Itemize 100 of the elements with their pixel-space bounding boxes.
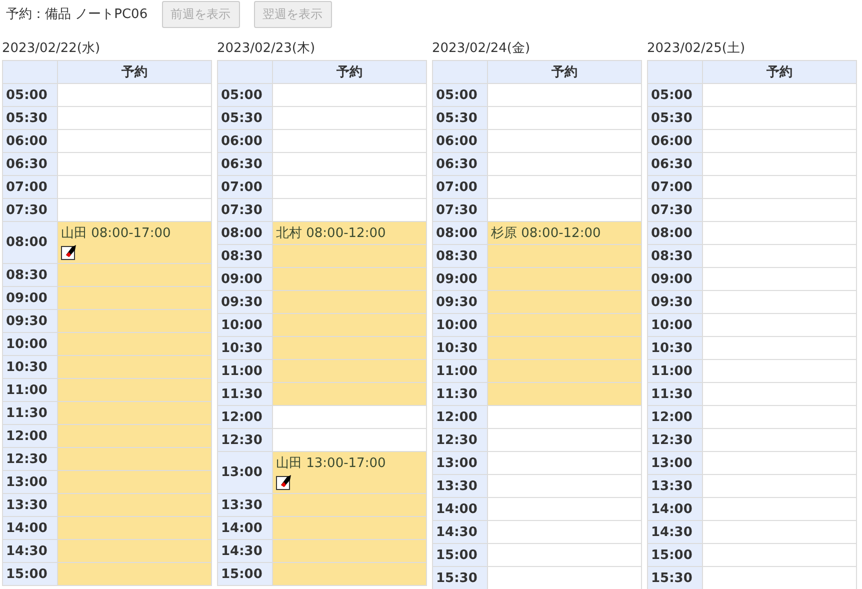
booking-slot[interactable] <box>58 470 212 494</box>
time-cell: 06:30 <box>432 152 488 176</box>
booking-slot[interactable] <box>702 474 856 498</box>
booking-slot[interactable] <box>702 566 856 589</box>
booking-slot[interactable] <box>488 474 642 498</box>
booking-slot[interactable] <box>58 332 212 356</box>
booking-slot[interactable]: 北村 08:00-12:00 <box>272 222 426 244</box>
booking-slot[interactable] <box>58 198 212 222</box>
booking-slot[interactable] <box>702 84 856 106</box>
booking-slot[interactable] <box>488 498 642 520</box>
booking-slot[interactable] <box>702 360 856 382</box>
time-cell: 07:00 <box>648 176 702 198</box>
booking-slot[interactable] <box>58 152 212 176</box>
time-cell: 14:00 <box>648 498 702 520</box>
header-cell: 予約 <box>58 60 212 84</box>
time-cell: 13:00 <box>218 452 272 494</box>
booking-slot[interactable] <box>702 520 856 544</box>
booking-slot[interactable] <box>488 130 642 152</box>
booking-slot[interactable] <box>272 360 426 382</box>
booking-slot[interactable] <box>58 424 212 448</box>
time-cell: 08:30 <box>648 244 702 268</box>
booking-slot[interactable] <box>488 314 642 336</box>
time-cell: 10:30 <box>432 336 488 360</box>
time-cell: 09:30 <box>2 310 58 332</box>
booking-slot[interactable] <box>702 428 856 452</box>
time-cell: 08:30 <box>2 264 58 286</box>
booking-slot[interactable] <box>702 382 856 406</box>
booking-slot[interactable] <box>702 498 856 520</box>
booking-slot[interactable] <box>702 244 856 268</box>
booking-slot[interactable] <box>58 378 212 402</box>
time-cell: 10:30 <box>648 336 702 360</box>
booking-slot[interactable] <box>702 198 856 222</box>
booking-slot[interactable] <box>272 152 426 176</box>
booking-slot[interactable] <box>488 406 642 428</box>
booking-slot[interactable] <box>702 336 856 360</box>
booking-slot[interactable] <box>58 402 212 424</box>
booking-slot[interactable] <box>702 314 856 336</box>
booking-slot[interactable]: 山田 08:00-17:00 <box>58 222 212 264</box>
booking-slot[interactable] <box>58 84 212 106</box>
booking-slot[interactable] <box>272 268 426 290</box>
booking-slot[interactable] <box>272 516 426 540</box>
booking-slot[interactable] <box>58 516 212 540</box>
booking-slot[interactable] <box>272 382 426 406</box>
time-cell: 08:00 <box>2 222 58 264</box>
booking-slot[interactable] <box>488 152 642 176</box>
booking-slot[interactable] <box>702 268 856 290</box>
booking-slot[interactable] <box>488 566 642 589</box>
booking-slot[interactable]: 杉原 08:00-12:00 <box>488 222 642 244</box>
booking-slot[interactable] <box>702 152 856 176</box>
booking-slot[interactable] <box>702 406 856 428</box>
booking-slot[interactable] <box>58 106 212 130</box>
booking-slot[interactable] <box>702 222 856 244</box>
booking-slot[interactable] <box>272 428 426 452</box>
booking-slot[interactable] <box>272 562 426 586</box>
booking-slot[interactable] <box>58 130 212 152</box>
booking-slot[interactable] <box>272 540 426 562</box>
booking-slot[interactable] <box>488 452 642 474</box>
booking-slot[interactable] <box>58 310 212 332</box>
booking-slot[interactable] <box>488 84 642 106</box>
booking-slot[interactable] <box>488 176 642 198</box>
booking-slot[interactable] <box>272 336 426 360</box>
booking-slot[interactable] <box>488 428 642 452</box>
booking-slot[interactable] <box>272 176 426 198</box>
booking-slot[interactable] <box>58 356 212 378</box>
booking-slot[interactable] <box>488 360 642 382</box>
booking-slot[interactable] <box>488 106 642 130</box>
booking-slot[interactable] <box>488 198 642 222</box>
booking-slot[interactable] <box>58 286 212 310</box>
time-cell: 05:00 <box>218 84 272 106</box>
booking-slot[interactable] <box>58 562 212 586</box>
booking-slot[interactable] <box>488 268 642 290</box>
booking-slot[interactable] <box>272 130 426 152</box>
time-cell: 05:30 <box>2 106 58 130</box>
booking-slot[interactable] <box>58 494 212 516</box>
edit-icon[interactable] <box>61 244 77 260</box>
booking-slot[interactable] <box>272 84 426 106</box>
booking-slot[interactable] <box>488 520 642 544</box>
booking-slot[interactable] <box>488 336 642 360</box>
booking-slot[interactable] <box>272 198 426 222</box>
booking-slot[interactable] <box>58 448 212 470</box>
booking-slot[interactable] <box>488 290 642 314</box>
booking-slot[interactable] <box>702 130 856 152</box>
booking-slot[interactable] <box>272 290 426 314</box>
edit-icon[interactable] <box>276 474 292 490</box>
booking-slot[interactable]: 山田 13:00-17:00 <box>272 452 426 494</box>
booking-slot[interactable] <box>272 314 426 336</box>
booking-slot[interactable] <box>272 406 426 428</box>
booking-slot[interactable] <box>702 106 856 130</box>
booking-slot[interactable] <box>58 540 212 562</box>
booking-slot[interactable] <box>272 106 426 130</box>
booking-slot[interactable] <box>488 382 642 406</box>
booking-slot[interactable] <box>702 544 856 566</box>
booking-slot[interactable] <box>488 544 642 566</box>
booking-label: 山田 13:00-17:00 <box>275 456 386 471</box>
booking-slot[interactable] <box>702 452 856 474</box>
booking-slot[interactable] <box>702 176 856 198</box>
booking-slot[interactable] <box>488 244 642 268</box>
booking-slot[interactable] <box>58 176 212 198</box>
booking-slot[interactable] <box>702 290 856 314</box>
booking-slot[interactable] <box>272 244 426 268</box>
